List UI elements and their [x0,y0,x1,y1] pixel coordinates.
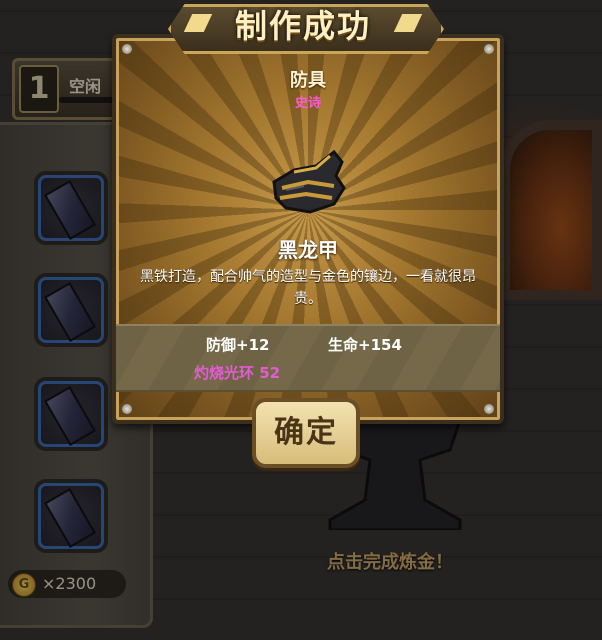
item-description: 黑铁打造，配合帅气的造型与金色的镶边，一看就很昂贵。 [140,269,476,307]
item-name: 黑龙甲 [278,238,338,262]
item-rarity: 史诗 [294,96,321,111]
craft-result-card: 防具 史诗 黑龙甲 黑铁打造，配合帅气的造型与金色的镶边，一看就很昂贵。 防御+… [112,34,504,424]
armor-gauntlet-icon [272,149,346,214]
screw-icon [484,404,494,414]
title: 制作成功 [234,7,371,45]
stat-special: 灼烧光环 52 [194,364,281,382]
stat-defense: 防御+12 [206,336,270,354]
stats-panel: 防御+12 生命+154 灼烧光环 52 [116,324,500,392]
confirm-button[interactable]: 确定 [252,398,360,468]
screw-icon [122,44,132,54]
item-type: 防具 [290,70,326,91]
stat-life: 生命+154 [328,336,402,354]
screw-icon [484,44,494,54]
screw-icon [122,404,132,414]
